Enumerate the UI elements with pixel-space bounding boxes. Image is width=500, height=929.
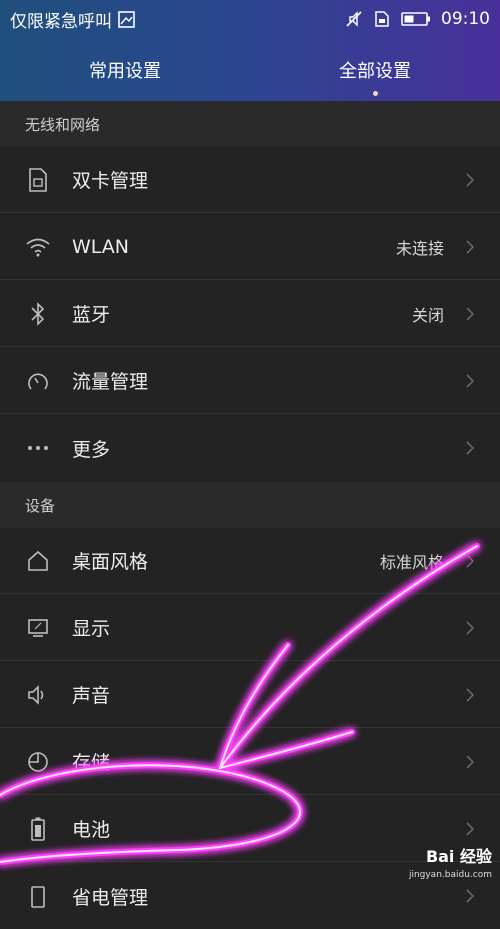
tab-common-settings[interactable]: 常用设置 bbox=[0, 38, 250, 101]
chevron-right-icon bbox=[466, 620, 475, 635]
section-header-device: 设备 bbox=[0, 482, 500, 528]
chevron-right-icon bbox=[466, 306, 475, 321]
image-icon bbox=[118, 10, 135, 28]
item-label: 省电管理 bbox=[72, 886, 149, 909]
watermark-url: jingyan.baidu.com bbox=[408, 870, 492, 880]
chevron-right-icon bbox=[466, 239, 475, 254]
item-label: 流量管理 bbox=[72, 371, 149, 393]
tab-label: 常用设置 bbox=[89, 61, 161, 82]
more-icon bbox=[24, 434, 52, 462]
chevron-right-icon bbox=[466, 687, 475, 702]
settings-item-desktop-style[interactable]: 桌面风格 标准风格 bbox=[0, 528, 500, 594]
chevron-right-icon bbox=[466, 373, 475, 388]
mute-icon bbox=[346, 11, 362, 27]
chevron-right-icon bbox=[466, 754, 475, 769]
section-header-wireless: 无线和网络 bbox=[0, 101, 500, 147]
status-time: 09:10 bbox=[441, 9, 490, 29]
settings-item-storage[interactable]: 存储 bbox=[0, 729, 500, 795]
item-label: 电池 bbox=[72, 819, 111, 841]
battery-icon bbox=[401, 12, 430, 26]
item-value: 标准风格 bbox=[379, 552, 444, 572]
chevron-right-icon bbox=[466, 553, 475, 568]
settings-item-data-usage[interactable]: 流量管理 bbox=[0, 348, 500, 414]
section-title: 无线和网络 bbox=[25, 115, 101, 134]
chevron-right-icon bbox=[466, 889, 475, 903]
item-value: 未连接 bbox=[395, 238, 444, 258]
item-label: 存储 bbox=[72, 752, 111, 774]
home-icon bbox=[24, 547, 52, 575]
item-label: 双卡管理 bbox=[72, 170, 149, 192]
tab-label: 全部设置 bbox=[339, 61, 411, 82]
bluetooth-icon bbox=[24, 300, 52, 328]
watermark: Bai 经验 jingyan.baidu.com bbox=[409, 848, 492, 884]
tab-bar: 常用设置 全部设置 bbox=[0, 38, 500, 101]
watermark-brand: Bai 经验 bbox=[425, 847, 492, 866]
chevron-right-icon bbox=[466, 821, 475, 836]
speaker-icon bbox=[24, 681, 52, 709]
item-value: 关闭 bbox=[411, 305, 444, 325]
item-label: WLAN bbox=[72, 235, 130, 258]
active-tab-indicator bbox=[372, 91, 378, 96]
item-label: 蓝牙 bbox=[72, 304, 111, 326]
item-label: 桌面风格 bbox=[72, 551, 149, 573]
chevron-right-icon bbox=[466, 172, 475, 187]
settings-item-sound[interactable]: 声音 bbox=[0, 662, 500, 728]
settings-item-display[interactable]: 显示 bbox=[0, 595, 500, 661]
item-label: 显示 bbox=[72, 618, 111, 640]
item-label: 更多 bbox=[72, 438, 111, 461]
sim-card-icon bbox=[24, 166, 52, 194]
wifi-icon bbox=[24, 233, 52, 261]
storage-icon bbox=[24, 748, 52, 776]
settings-item-dual-sim[interactable]: 双卡管理 bbox=[0, 147, 500, 213]
sim-icon bbox=[375, 11, 389, 27]
carrier-text: 仅限紧急呼叫 bbox=[10, 11, 112, 32]
header: 仅限紧急呼叫 09:10 常用设置 全部设置 bbox=[0, 0, 500, 101]
settings-item-more[interactable]: 更多 bbox=[0, 415, 500, 481]
chevron-right-icon bbox=[466, 441, 475, 455]
tab-all-settings[interactable]: 全部设置 bbox=[250, 38, 500, 101]
display-icon bbox=[24, 614, 52, 642]
data-usage-icon bbox=[24, 367, 52, 395]
power-saving-icon bbox=[24, 882, 52, 910]
status-bar: 仅限紧急呼叫 09:10 bbox=[0, 0, 500, 38]
section-title: 设备 bbox=[25, 496, 56, 515]
battery-icon bbox=[24, 815, 52, 843]
item-label: 声音 bbox=[72, 685, 111, 707]
settings-item-wlan[interactable]: WLAN 未连接 bbox=[0, 214, 500, 280]
settings-item-bluetooth[interactable]: 蓝牙 关闭 bbox=[0, 281, 500, 347]
